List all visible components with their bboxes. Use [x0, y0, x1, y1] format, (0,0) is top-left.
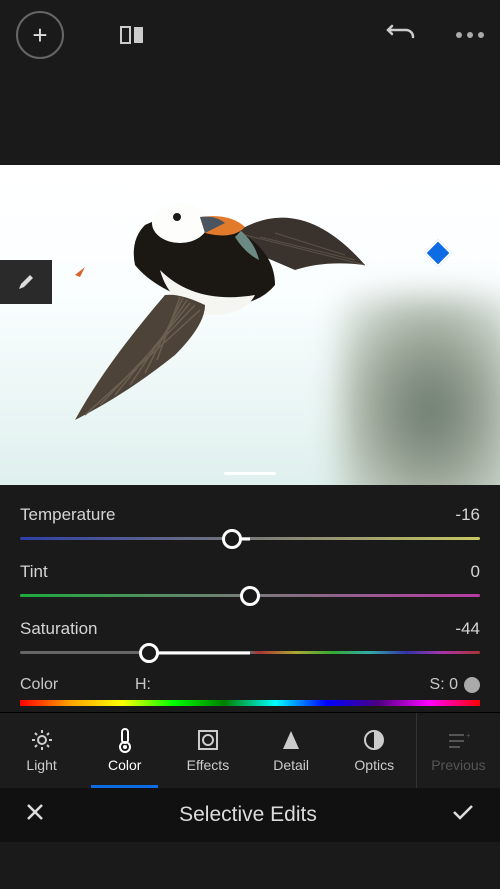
tab-label: Effects: [187, 757, 230, 773]
dot-icon: [478, 32, 484, 38]
image-preview[interactable]: [0, 165, 500, 485]
brush-tool-button[interactable]: [0, 260, 52, 304]
color-label: Color: [20, 676, 135, 694]
close-icon: [26, 803, 44, 821]
footer-bar: Selective Edits: [0, 788, 500, 842]
undo-icon: [386, 23, 416, 43]
saturation-slider[interactable]: Saturation -44: [20, 619, 480, 654]
brush-icon: [15, 271, 37, 293]
optics-icon: [362, 728, 386, 752]
slider-label: Saturation: [20, 619, 98, 639]
tab-label: Optics: [354, 757, 394, 773]
selection-pin-icon[interactable]: [424, 239, 452, 267]
undo-button[interactable]: [386, 23, 416, 48]
confirm-button[interactable]: [452, 803, 474, 827]
color-swatch-icon[interactable]: [464, 677, 480, 693]
tab-label: Light: [26, 757, 56, 773]
tab-label: Detail: [273, 757, 309, 773]
tab-light[interactable]: Light: [0, 713, 83, 788]
tab-label: Previous: [431, 757, 485, 773]
tab-detail[interactable]: Detail: [250, 713, 333, 788]
puffin-bird-illustration: [45, 175, 385, 435]
plus-icon: +: [32, 20, 47, 51]
tab-effects[interactable]: Effects: [166, 713, 249, 788]
slider-thumb[interactable]: [139, 643, 159, 663]
slider-label: Tint: [20, 562, 48, 582]
slider-thumb[interactable]: [222, 529, 242, 549]
footer-title: Selective Edits: [44, 803, 452, 827]
cancel-button[interactable]: [26, 803, 44, 827]
color-picker-row[interactable]: Color H: S: 0: [20, 676, 480, 700]
dot-icon: [467, 32, 473, 38]
more-button[interactable]: [456, 32, 484, 38]
slider-track[interactable]: [20, 537, 480, 540]
previous-icon: +: [446, 728, 470, 752]
slider-thumb[interactable]: [240, 586, 260, 606]
slider-value: 0: [471, 562, 480, 582]
dot-icon: [456, 32, 462, 38]
hue-label: H:: [135, 676, 430, 694]
slider-label: Temperature: [20, 505, 115, 525]
tab-optics[interactable]: Optics: [333, 713, 416, 788]
effects-icon: [197, 728, 219, 752]
compare-button[interactable]: [120, 24, 146, 46]
thermometer-icon: [115, 728, 135, 752]
drag-handle[interactable]: [224, 472, 276, 475]
compare-icon: [120, 24, 146, 46]
slider-value: -16: [455, 505, 480, 525]
tint-slider[interactable]: Tint 0: [20, 562, 480, 597]
tab-label: Color: [108, 757, 141, 773]
top-toolbar: +: [0, 0, 500, 70]
hue-strip[interactable]: [20, 700, 480, 706]
add-button[interactable]: +: [16, 11, 64, 59]
slider-value: -44: [455, 619, 480, 639]
tab-previous[interactable]: + Previous: [416, 713, 500, 788]
temperature-slider[interactable]: Temperature -16: [20, 505, 480, 540]
slider-track[interactable]: [20, 651, 480, 654]
adjustment-tabs: Light Color Effects Detail Optics + Prev…: [0, 712, 500, 788]
tab-color[interactable]: Color: [83, 713, 166, 788]
light-icon: [30, 728, 54, 752]
sat-label: S: 0: [430, 676, 458, 694]
svg-text:+: +: [466, 731, 470, 740]
detail-icon: [281, 728, 301, 752]
slider-track[interactable]: [20, 594, 480, 597]
check-icon: [452, 803, 474, 821]
adjustment-panel: Temperature -16 Tint 0 Saturation -44 Co…: [0, 485, 500, 712]
